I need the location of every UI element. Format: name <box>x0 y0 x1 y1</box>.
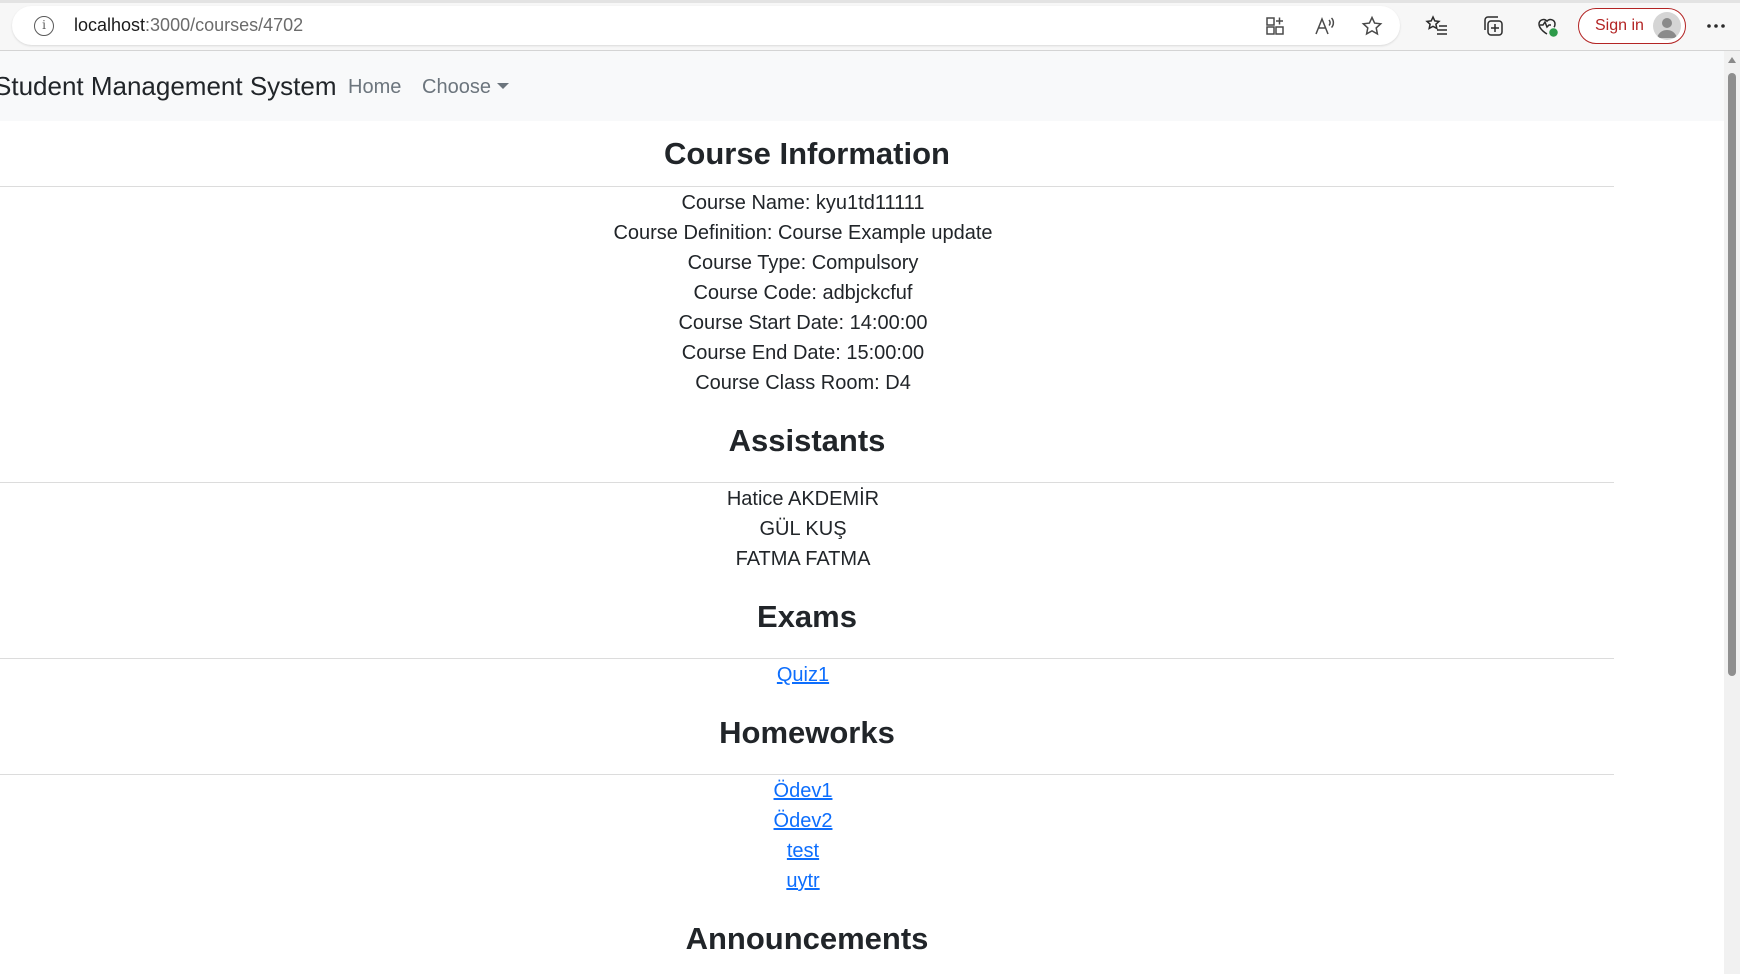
browser-toolbar: i localhost:3000/courses/4702 Sign in <box>0 0 1740 51</box>
address-bar[interactable]: i localhost:3000/courses/4702 <box>12 6 1400 45</box>
favorite-star-icon[interactable] <box>1361 15 1383 37</box>
sign-in-button[interactable]: Sign in <box>1578 8 1686 44</box>
assistant-item: GÜL KUŞ <box>759 518 847 540</box>
url-text[interactable]: localhost:3000/courses/4702 <box>74 15 303 36</box>
page-scrollbar[interactable] <box>1724 51 1740 974</box>
announcements-heading: Announcements <box>685 921 929 956</box>
homework-link[interactable]: uytr <box>786 870 819 892</box>
exams-heading: Exams <box>757 599 857 634</box>
assistant-item: Hatice AKDEMİR <box>726 488 880 510</box>
course-definition: Course Definition: Course Example update <box>613 222 993 244</box>
homework-list-item: Ödev1 <box>0 779 1606 803</box>
section-divider <box>0 186 1614 187</box>
nav-home-link[interactable]: Home <box>348 75 401 99</box>
homeworks-heading: Homeworks <box>719 715 895 750</box>
homework-link[interactable]: Ödev1 <box>774 780 833 802</box>
scroll-up-arrow-icon[interactable] <box>1728 57 1736 63</box>
url-path: :3000/courses/4702 <box>145 15 304 35</box>
course-start-date: Course Start Date: 14:00:00 <box>678 312 928 334</box>
browser-essentials-icon[interactable] <box>1535 14 1559 38</box>
section-divider <box>0 774 1614 775</box>
browser-top-strip <box>0 0 1740 3</box>
section-divider <box>0 658 1614 659</box>
course-name: Course Name: kyu1td11111 <box>681 192 925 214</box>
sign-in-label: Sign in <box>1595 17 1644 34</box>
app-available-icon[interactable] <box>1264 15 1286 37</box>
homework-link[interactable]: Ödev2 <box>774 810 833 832</box>
site-info-icon[interactable]: i <box>34 16 54 36</box>
read-aloud-icon[interactable] <box>1313 15 1335 37</box>
assistants-heading: Assistants <box>728 423 886 458</box>
course-information-heading: Course Information <box>664 136 950 171</box>
section-divider <box>0 482 1614 483</box>
exam-list-item: Quiz1 <box>0 663 1606 687</box>
scrollbar-thumb[interactable] <box>1728 73 1736 676</box>
homework-list-item: test <box>0 839 1606 863</box>
app-navbar: Student Management System Home Choose <box>0 51 1724 121</box>
nav-choose-label: Choose <box>422 76 491 98</box>
course-end-date: Course End Date: 15:00:00 <box>681 342 925 364</box>
favorites-list-icon[interactable] <box>1425 14 1449 38</box>
course-code: Course Code: adbjckcfuf <box>693 282 913 304</box>
caret-down-icon <box>496 83 509 89</box>
nav-choose-dropdown[interactable]: Choose <box>422 75 509 99</box>
course-detail-page: Course Information Course Name: kyu1td11… <box>0 121 1614 974</box>
assistant-item: FATMA FATMA <box>735 548 871 570</box>
collections-icon[interactable] <box>1481 14 1505 38</box>
exam-link-quiz1[interactable]: Quiz1 <box>777 664 829 686</box>
more-options-icon[interactable] <box>1704 14 1728 38</box>
course-type: Course Type: Compulsory <box>687 252 919 274</box>
homework-list-item: uytr <box>0 869 1606 893</box>
profile-avatar-icon <box>1653 12 1681 40</box>
url-host: localhost <box>74 15 146 35</box>
course-class-room: Course Class Room: D4 <box>695 372 911 394</box>
homework-link[interactable]: test <box>787 840 819 862</box>
brand-title[interactable]: Student Management System <box>0 71 337 101</box>
homework-list-item: Ödev2 <box>0 809 1606 833</box>
